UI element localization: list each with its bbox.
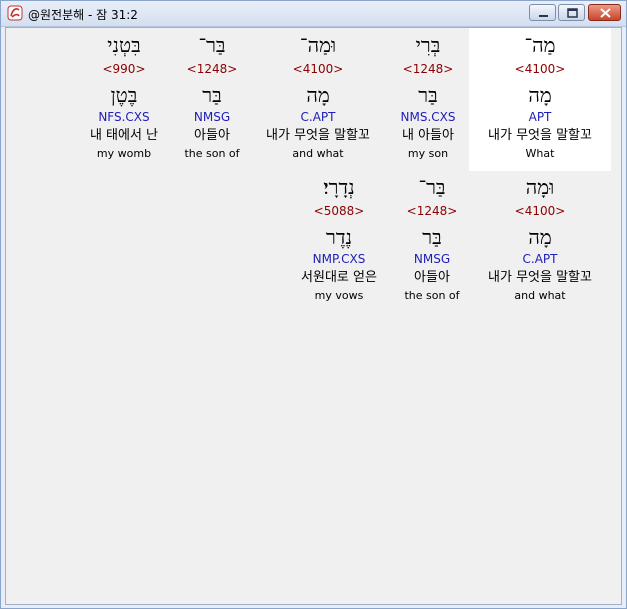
word-cell-r2-w3[interactable]: נְדָרָי׃ <5088> נֶדֶר NMP.CXS 서원대로 얻은 my… (268, 170, 410, 313)
morphology-code: NMP.CXS (312, 252, 366, 266)
korean-gloss: 내 태에서 난 (89, 128, 159, 143)
korean-gloss: 서원대로 얻은 (301, 270, 377, 285)
english-gloss: my vows (314, 289, 364, 302)
strong-number[interactable]: <990> (53, 62, 195, 76)
swirl-app-icon[interactable] (7, 5, 23, 21)
maximize-icon (567, 8, 578, 18)
minimize-icon (539, 15, 548, 17)
window-title: @원전분해 - 잠 31:2 (28, 8, 138, 22)
english-gloss: my womb (96, 147, 152, 160)
hebrew-lemma: נֶדֶר (326, 225, 352, 249)
morphology-code: NFS.CXS (98, 110, 150, 124)
strong-number[interactable]: <5088> (268, 204, 410, 218)
app-window: @원전분해 - 잠 31:2 מַה־ <4100> מָה APT 내가 무엇… (0, 0, 627, 609)
minimize-button[interactable] (529, 4, 556, 21)
word-cell-r1-w5[interactable]: בִּטְנִי <990> בֶּטֶן NFS.CXS 내 태에서 난 my… (53, 28, 195, 171)
close-button[interactable] (588, 4, 621, 21)
hebrew-word: נְדָרָי׃ (323, 175, 355, 199)
maximize-button[interactable] (558, 4, 585, 21)
title-bar[interactable]: @원전분해 - 잠 31:2 (1, 1, 626, 27)
interlinear-panel[interactable]: מַה־ <4100> מָה APT 내가 무엇을 말할꼬 What בְּר… (5, 27, 622, 605)
hebrew-lemma: בֶּטֶן (110, 83, 138, 107)
close-icon (600, 8, 611, 18)
hebrew-word: בִּטְנִי (107, 33, 141, 57)
